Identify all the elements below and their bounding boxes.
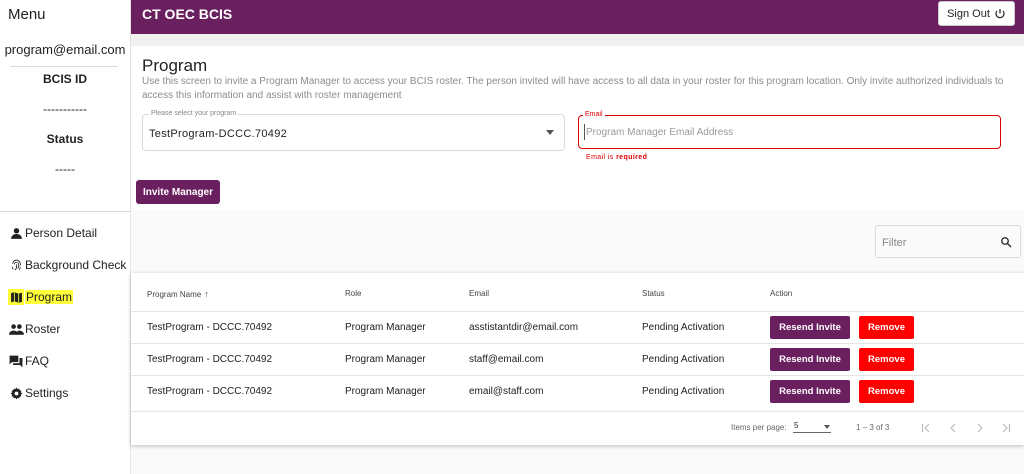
cell-role: Program Manager: [345, 354, 426, 365]
bcis-id-value: -----------: [43, 102, 87, 116]
cell-status: Pending Activation: [642, 354, 725, 365]
column-header-email: Email: [469, 289, 490, 298]
remove-button[interactable]: Remove: [859, 316, 914, 339]
cell-email: email@staff.com: [469, 386, 544, 397]
sidebar-item-faq[interactable]: FAQ: [0, 345, 130, 377]
table-row: TestProgram - DCCC.70492 Program Manager…: [131, 311, 1024, 343]
people-icon: [8, 321, 24, 337]
chevron-down-icon: [824, 425, 830, 429]
cell-status: Pending Activation: [642, 386, 725, 397]
sidebar-item-person-detail[interactable]: Person Detail: [0, 217, 130, 249]
table-row: TestProgram - DCCC.70492 Program Manager…: [131, 375, 1024, 407]
divider: [10, 66, 118, 67]
gear-icon: [8, 385, 24, 401]
user-email: program@email.com: [4, 42, 126, 57]
status-value: -----: [55, 162, 75, 176]
sidebar-item-settings[interactable]: Settings: [0, 377, 130, 409]
status-label: Status: [46, 132, 84, 146]
sign-out-button[interactable]: Sign Out: [938, 1, 1015, 26]
remove-button[interactable]: Remove: [859, 348, 914, 371]
email-field[interactable]: Email: [578, 111, 1001, 149]
person-icon: [8, 225, 24, 241]
first-page-icon: [921, 423, 930, 433]
resend-invite-button[interactable]: Resend Invite: [770, 348, 850, 371]
bcis-id-label: BCIS ID: [42, 72, 87, 86]
column-header-action: Action: [770, 289, 793, 298]
forum-icon: [8, 353, 24, 369]
cell-role: Program Manager: [345, 386, 426, 397]
cell-program-name: TestProgram - DCCC.70492: [147, 354, 273, 365]
filter-input[interactable]: Filter: [875, 225, 1021, 258]
column-header-role: Role: [345, 289, 362, 298]
sidebar: Menu program@email.com BCIS ID ---------…: [0, 0, 131, 474]
fingerprint-icon: [8, 257, 24, 273]
sidebar-nav: Person Detail Background Check Program R…: [0, 217, 130, 409]
map-icon: [8, 289, 24, 305]
sidebar-item-label: FAQ: [25, 354, 50, 368]
email-error-text: Email is: [586, 154, 617, 161]
sidebar-item-background-check[interactable]: Background Check: [0, 249, 130, 281]
last-page-button[interactable]: [995, 418, 1017, 438]
items-per-page-select[interactable]: 5: [793, 419, 831, 433]
invite-manager-button[interactable]: Invite Manager: [136, 180, 220, 204]
program-select[interactable]: Please select your program TestProgram-D…: [142, 110, 565, 151]
sidebar-item-label: Person Detail: [25, 226, 98, 240]
cell-email: staff@email.com: [469, 354, 544, 365]
items-per-page-label: Items per page:: [731, 423, 787, 432]
invites-table: Program Name ↑ Role Email Status Action T…: [131, 273, 1024, 445]
cell-role: Program Manager: [345, 322, 426, 333]
chevron-right-icon: [977, 423, 983, 433]
power-icon: [995, 8, 1005, 18]
sidebar-item-roster[interactable]: Roster: [0, 313, 130, 345]
sidebar-item-label: Program: [25, 290, 74, 304]
email-input[interactable]: [584, 124, 984, 140]
arrow-up-icon: ↑: [204, 289, 209, 299]
app-title: CT OEC BCIS: [142, 6, 233, 22]
sidebar-item-label: Settings: [25, 386, 69, 400]
menu-title: Menu: [8, 6, 46, 23]
column-header-status: Status: [642, 289, 665, 298]
table-row: TestProgram - DCCC.70492 Program Manager…: [131, 343, 1024, 375]
sign-out-label: Sign Out: [947, 7, 990, 20]
page-description: Use this screen to invite a Program Mana…: [142, 76, 1004, 101]
divider: [0, 211, 130, 212]
cell-email: asstistantdir@email.com: [469, 322, 579, 333]
next-page-button[interactable]: [969, 418, 991, 438]
column-header-program-name[interactable]: Program Name ↑: [147, 289, 209, 299]
cell-program-name: TestProgram - DCCC.70492: [147, 322, 273, 333]
previous-page-button[interactable]: [942, 418, 964, 438]
resend-invite-button[interactable]: Resend Invite: [770, 316, 850, 339]
range-label: 1 – 3 of 3: [856, 423, 890, 432]
chevron-down-icon: [546, 130, 554, 135]
email-label: Email: [583, 111, 605, 118]
cell-status: Pending Activation: [642, 322, 725, 333]
program-panel: Program Use this screen to invite a Prog…: [131, 34, 1024, 210]
paginator: Items per page: 5 1 – 3 of 3: [131, 411, 1024, 445]
last-page-icon: [1002, 423, 1011, 433]
first-page-button[interactable]: [915, 418, 937, 438]
cell-program-name: TestProgram - DCCC.70492: [147, 386, 273, 397]
sidebar-item-label: Background Check: [25, 258, 127, 272]
program-select-value: TestProgram-DCCC.70492: [149, 128, 288, 140]
filter-placeholder: Filter: [882, 237, 907, 249]
remove-button[interactable]: Remove: [859, 380, 914, 403]
chevron-left-icon: [950, 423, 956, 433]
email-error: Email is required: [586, 154, 647, 161]
search-icon: [1001, 237, 1012, 248]
sidebar-item-label: Roster: [25, 322, 61, 336]
sidebar-item-program[interactable]: Program: [0, 281, 130, 313]
app-header: CT OEC BCIS Sign Out: [131, 0, 1024, 34]
resend-invite-button[interactable]: Resend Invite: [770, 380, 850, 403]
column-header-label: Program Name: [147, 290, 202, 299]
program-select-label: Please select your program: [149, 110, 239, 117]
items-per-page-value: 5: [794, 421, 799, 430]
page-title: Program: [142, 56, 208, 75]
email-error-required: required: [616, 154, 648, 161]
